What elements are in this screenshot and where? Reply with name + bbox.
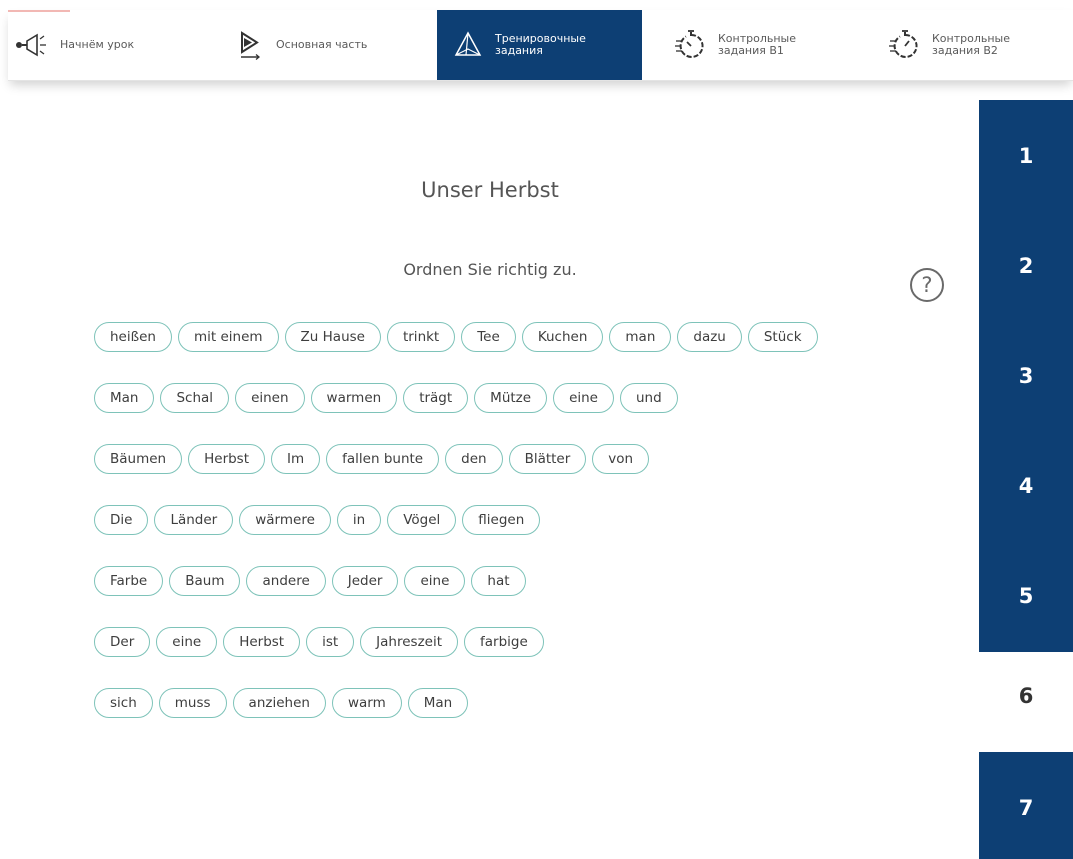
word-chip[interactable]: Man	[94, 383, 155, 413]
word-chip[interactable]: Stück	[747, 322, 818, 352]
word-chip[interactable]: einen	[235, 383, 305, 413]
accent-mark	[8, 10, 70, 12]
task-title: Unser Herbst	[421, 178, 559, 202]
lesson-screen: Начнём урок Основная часть Тренировочные…	[0, 0, 1073, 859]
nav-item-training-tasks[interactable]: Тренировочные задания	[437, 10, 642, 80]
sentence-row: Die Länder wärmere in Vögel fliegen	[94, 505, 884, 535]
word-chip[interactable]: wärmere	[239, 505, 331, 535]
word-chip[interactable]: Im	[271, 444, 321, 474]
nav-item-control-tasks-b1[interactable]: Контрольные задания В1	[672, 10, 872, 80]
nav-item-label: Контрольные задания В1	[718, 32, 797, 57]
task-number-nav: 12345 6 7	[979, 100, 1073, 859]
word-chip[interactable]: eine	[553, 383, 614, 413]
help-button[interactable]: ?	[910, 268, 944, 302]
word-chip[interactable]: Jahreszeit	[360, 627, 459, 657]
nav-item-label: Тренировочные задания	[495, 32, 586, 57]
word-chip[interactable]: warm	[331, 688, 402, 718]
task-number-1[interactable]: 1	[979, 100, 1073, 212]
stopwatch-icon	[886, 28, 924, 62]
word-chip[interactable]: mit einem	[177, 322, 279, 352]
word-chip[interactable]: Blätter	[508, 444, 587, 474]
question-mark-icon: ?	[921, 273, 933, 297]
sentence-row: Der eine Herbst ist Jahreszeit farbige	[94, 627, 884, 657]
word-chip[interactable]: anziehen	[232, 688, 326, 718]
word-chip[interactable]: Länder	[154, 505, 234, 535]
nav-item-label: Контрольные задания В2	[932, 32, 1011, 57]
word-chip[interactable]: Die	[94, 505, 149, 535]
word-chip[interactable]: fallen bunte	[326, 444, 440, 474]
word-chip[interactable]: Schal	[160, 383, 230, 413]
top-navigation: Начнём урок Основная часть Тренировочные…	[8, 10, 1073, 81]
nav-item-label: Основная часть	[276, 38, 368, 51]
task-number-6[interactable]: 6	[979, 670, 1073, 722]
word-chip[interactable]: Farbe	[94, 566, 164, 596]
word-chip[interactable]: Herbst	[188, 444, 266, 474]
word-chip[interactable]: Tee	[461, 322, 516, 352]
word-chip[interactable]: Zu Hause	[284, 322, 381, 352]
nav-item-label: Начнём урок	[60, 38, 135, 51]
word-chip[interactable]: eine	[156, 627, 218, 657]
word-chip[interactable]: trägt	[403, 383, 469, 413]
stopwatch-icon	[672, 28, 710, 62]
task-number-4[interactable]: 4	[979, 430, 1073, 542]
word-chip[interactable]: Bäumen	[94, 444, 183, 474]
nav-item-main-part[interactable]: Основная часть	[230, 10, 430, 80]
word-chip[interactable]: andere	[246, 566, 326, 596]
word-chip[interactable]: fliegen	[462, 505, 541, 535]
sentence-row: sich muss anziehen warm Man	[94, 688, 884, 718]
pyramid-icon	[449, 28, 487, 62]
play-icon	[230, 28, 268, 62]
word-chip[interactable]: hat	[471, 566, 526, 596]
word-chip[interactable]: und	[619, 383, 678, 413]
word-chip[interactable]: in	[336, 505, 382, 535]
word-chip[interactable]: trinkt	[386, 322, 456, 352]
word-chip[interactable]: heißen	[94, 322, 172, 352]
word-chip[interactable]: Mütze	[474, 383, 548, 413]
nav-item-start-lesson[interactable]: Начнём урок	[14, 10, 204, 80]
word-chip[interactable]: Herbst	[223, 627, 301, 657]
word-chip[interactable]: von	[592, 444, 650, 474]
task-number-2[interactable]: 2	[979, 210, 1073, 322]
word-chip[interactable]: eine	[404, 566, 466, 596]
word-chip[interactable]: Vögel	[387, 505, 457, 535]
word-chip[interactable]: man	[609, 322, 672, 352]
task-number-3[interactable]: 3	[979, 320, 1073, 432]
task-instruction: Ordnen Sie richtig zu.	[403, 260, 577, 279]
word-rows: heißen mit einem Zu Hause trinkt Tee Kuchen ma…	[94, 322, 894, 749]
word-chip[interactable]: sich	[94, 688, 153, 718]
word-chip[interactable]: Baum	[169, 566, 241, 596]
megaphone-icon	[14, 28, 52, 62]
sentence-row: Man Schal einen warmen trägt Mütze eine und	[94, 383, 884, 413]
word-chip[interactable]: Man	[407, 688, 469, 718]
word-chip[interactable]: Der	[94, 627, 151, 657]
sentence-row: Bäumen Herbst Im fallen bunte den Blätter von	[94, 444, 884, 474]
nav-item-control-tasks-b2[interactable]: Контрольные задания В2	[886, 10, 1073, 80]
word-chip[interactable]: dazu	[677, 322, 742, 352]
word-chip[interactable]: farbige	[464, 627, 544, 657]
sentence-row: heißen mit einem Zu Hause trinkt Tee Kuchen ma…	[94, 322, 884, 352]
word-chip[interactable]: muss	[158, 688, 227, 718]
sentence-row: Farbe Baum andere Jeder eine hat	[94, 566, 884, 596]
word-chip[interactable]: den	[445, 444, 503, 474]
task-number-5[interactable]: 5	[979, 540, 1073, 652]
word-chip[interactable]: Kuchen	[521, 322, 604, 352]
task-number-7[interactable]: 7	[979, 752, 1073, 859]
word-chip[interactable]: ist	[306, 627, 355, 657]
word-chip[interactable]: warmen	[310, 383, 398, 413]
word-chip[interactable]: Jeder	[331, 566, 399, 596]
